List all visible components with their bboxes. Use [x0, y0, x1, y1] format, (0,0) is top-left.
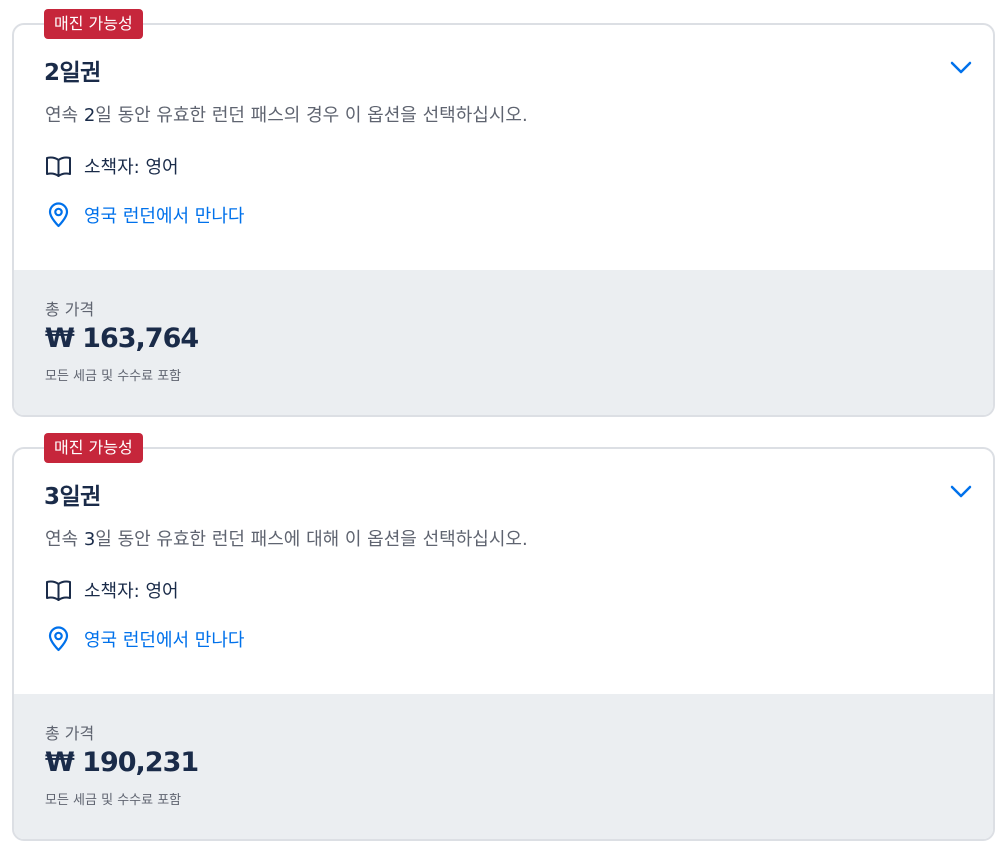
location-pin-icon [48, 626, 69, 652]
price-panel: 총 가격 ₩ 163,764 모든 세금 및 수수료 포함 [14, 270, 993, 415]
price-note: 모든 세금 및 수수료 포함 [45, 793, 182, 808]
total-price-label: 총 가격 [45, 724, 95, 743]
meeting-point-label: 영국 런던에서 만나다 [84, 206, 245, 227]
total-price: ₩ 190,231 [45, 747, 199, 778]
meeting-point-label: 영국 런던에서 만나다 [84, 630, 245, 651]
chevron-down-icon[interactable] [949, 483, 973, 499]
location-pin-icon [48, 202, 69, 228]
total-price-label: 총 가격 [45, 300, 95, 319]
ticket-option-card[interactable]: 매진 가능성 3일권 연속 3일 동안 유효한 런던 패스에 대해 이 옵션을 … [12, 433, 995, 841]
chevron-down-icon[interactable] [949, 59, 973, 75]
language-info: 소책자: 영어 [45, 577, 179, 603]
book-icon [46, 580, 71, 601]
language-label: 소책자: 영어 [84, 157, 179, 178]
option-title: 3일권 [44, 484, 101, 510]
language-info: 소책자: 영어 [45, 153, 179, 179]
ticket-option-list: 매진 가능성 2일권 연속 2일 동안 유효한 런던 패스의 경우 이 옵션을 … [0, 0, 1004, 850]
meeting-point-link[interactable]: 영국 런던에서 만나다 [45, 626, 244, 652]
likely-to-sell-out-badge: 매진 가능성 [44, 9, 143, 39]
meeting-point-link[interactable]: 영국 런던에서 만나다 [45, 202, 244, 228]
book-icon [46, 156, 71, 177]
likely-to-sell-out-badge: 매진 가능성 [44, 433, 143, 463]
option-description: 연속 2일 동안 유효한 런던 패스의 경우 이 옵션을 선택하십시오. [45, 105, 528, 126]
total-price: ₩ 163,764 [45, 323, 199, 354]
language-label: 소책자: 영어 [84, 581, 179, 602]
option-title: 2일권 [44, 60, 101, 86]
option-description: 연속 3일 동안 유효한 런던 패스에 대해 이 옵션을 선택하십시오. [45, 529, 528, 550]
price-note: 모든 세금 및 수수료 포함 [45, 369, 182, 384]
ticket-option-card[interactable]: 매진 가능성 2일권 연속 2일 동안 유효한 런던 패스의 경우 이 옵션을 … [12, 9, 995, 417]
price-panel: 총 가격 ₩ 190,231 모든 세금 및 수수료 포함 [14, 694, 993, 839]
